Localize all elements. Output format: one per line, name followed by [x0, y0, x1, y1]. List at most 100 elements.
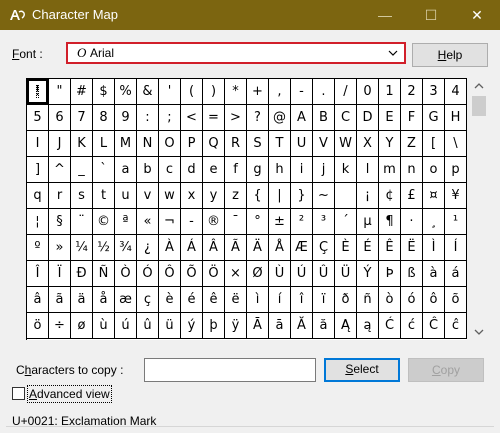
char-cell[interactable]: Æ [291, 235, 313, 261]
char-cell[interactable]: G [423, 105, 445, 131]
char-cell[interactable]: v [137, 183, 159, 209]
minimize-button[interactable]: — [362, 0, 408, 30]
char-cell[interactable]: = [203, 105, 225, 131]
char-cell[interactable]: ĉ [445, 313, 467, 339]
char-cell[interactable]: Ê [379, 235, 401, 261]
char-cell[interactable]: U [291, 131, 313, 157]
characters-to-copy-input[interactable] [144, 358, 316, 382]
char-cell[interactable]: Ĉ [423, 313, 445, 339]
char-cell[interactable]: Y [379, 131, 401, 157]
char-cell[interactable]: K [71, 131, 93, 157]
char-cell[interactable]: Þ [379, 261, 401, 287]
char-cell[interactable]: ` [93, 157, 115, 183]
char-cell[interactable]: ¦ [27, 209, 49, 235]
char-cell[interactable]: á [445, 261, 467, 287]
char-cell[interactable]: R [225, 131, 247, 157]
char-cell[interactable]: h [269, 157, 291, 183]
char-cell[interactable]: Ö [203, 261, 225, 287]
char-cell[interactable]: ! [27, 79, 49, 105]
char-cell[interactable]: r [49, 183, 71, 209]
char-cell[interactable]: ā [269, 313, 291, 339]
char-cell[interactable]: Î [27, 261, 49, 287]
char-cell[interactable]: ¼ [71, 235, 93, 261]
char-cell[interactable]: ý [181, 313, 203, 339]
char-cell[interactable]: > [225, 105, 247, 131]
char-cell[interactable]: % [115, 79, 137, 105]
char-cell[interactable]: Ć [379, 313, 401, 339]
char-cell[interactable]: A [291, 105, 313, 131]
char-cell[interactable]: í [269, 287, 291, 313]
advanced-view-checkbox[interactable] [12, 387, 25, 400]
char-cell[interactable]: é [181, 287, 203, 313]
char-cell[interactable]: T [269, 131, 291, 157]
char-cell[interactable]: ¿ [137, 235, 159, 261]
char-cell[interactable]: þ [203, 313, 225, 339]
scroll-down-arrow-icon[interactable] [470, 323, 488, 340]
char-cell[interactable]: ¯ [225, 209, 247, 235]
char-cell[interactable] [335, 183, 357, 209]
char-cell[interactable]: C [335, 105, 357, 131]
char-cell[interactable]: ÷ [49, 313, 71, 339]
char-cell[interactable]: . [313, 79, 335, 105]
char-cell[interactable]: Å [269, 235, 291, 261]
char-cell[interactable]: N [137, 131, 159, 157]
help-button[interactable]: Help [412, 43, 488, 67]
char-cell[interactable]: V [313, 131, 335, 157]
char-cell[interactable]: k [335, 157, 357, 183]
char-cell[interactable]: ® [203, 209, 225, 235]
char-cell[interactable]: å [93, 287, 115, 313]
char-cell[interactable]: x [181, 183, 203, 209]
char-cell[interactable]: ¾ [115, 235, 137, 261]
char-cell[interactable]: d [181, 157, 203, 183]
char-cell[interactable]: Ü [335, 261, 357, 287]
char-cell[interactable]: î [291, 287, 313, 313]
char-cell[interactable]: ) [203, 79, 225, 105]
char-cell[interactable]: n [401, 157, 423, 183]
char-cell[interactable]: Ù [269, 261, 291, 287]
char-cell[interactable]: Â [203, 235, 225, 261]
char-cell[interactable]: - [181, 209, 203, 235]
char-cell[interactable]: } [291, 183, 313, 209]
char-cell[interactable]: ê [203, 287, 225, 313]
char-cell[interactable]: j [313, 157, 335, 183]
char-cell[interactable]: Ô [159, 261, 181, 287]
char-cell[interactable]: 5 [27, 105, 49, 131]
char-cell[interactable]: Ï [49, 261, 71, 287]
char-cell[interactable]: p [445, 157, 467, 183]
char-cell[interactable]: , [269, 79, 291, 105]
char-cell[interactable]: ³ [313, 209, 335, 235]
scroll-thumb[interactable] [472, 96, 486, 116]
char-cell[interactable]: $ [93, 79, 115, 105]
char-cell[interactable]: Ó [137, 261, 159, 287]
char-cell[interactable]: È [335, 235, 357, 261]
char-cell[interactable]: ß [401, 261, 423, 287]
char-cell[interactable]: " [49, 79, 71, 105]
char-cell[interactable]: · [401, 209, 423, 235]
advanced-view-label[interactable]: Advanced view [27, 385, 112, 403]
close-button[interactable]: ✕ [454, 0, 500, 30]
char-cell[interactable]: S [247, 131, 269, 157]
char-cell[interactable]: ă [313, 313, 335, 339]
char-cell[interactable]: ª [115, 209, 137, 235]
char-cell[interactable]: ø [71, 313, 93, 339]
char-cell[interactable]: * [225, 79, 247, 105]
char-cell[interactable]: µ [357, 209, 379, 235]
char-cell[interactable]: ú [115, 313, 137, 339]
char-cell[interactable]: ï [313, 287, 335, 313]
char-cell[interactable]: ¶ [379, 209, 401, 235]
char-cell[interactable]: ñ [357, 287, 379, 313]
char-cell[interactable]: ç [137, 287, 159, 313]
copy-button[interactable]: Copy [408, 358, 484, 382]
char-cell[interactable]: ² [291, 209, 313, 235]
char-cell[interactable]: ¬ [159, 209, 181, 235]
char-cell[interactable]: ¤ [423, 183, 445, 209]
char-cell[interactable]: P [181, 131, 203, 157]
char-cell[interactable]: \ [445, 131, 467, 157]
char-cell[interactable]: + [247, 79, 269, 105]
char-cell[interactable]: f [225, 157, 247, 183]
char-cell[interactable]: Ñ [93, 261, 115, 287]
character-grid[interactable]: ! " # $% & ' () * +, -. / 0 1 2 3 4 5 6 7 8 9:; < = >? @ A B C D E F G H… [26, 78, 467, 340]
char-cell[interactable]: ò [379, 287, 401, 313]
char-cell[interactable]: º [27, 235, 49, 261]
char-cell[interactable]: Ç [313, 235, 335, 261]
